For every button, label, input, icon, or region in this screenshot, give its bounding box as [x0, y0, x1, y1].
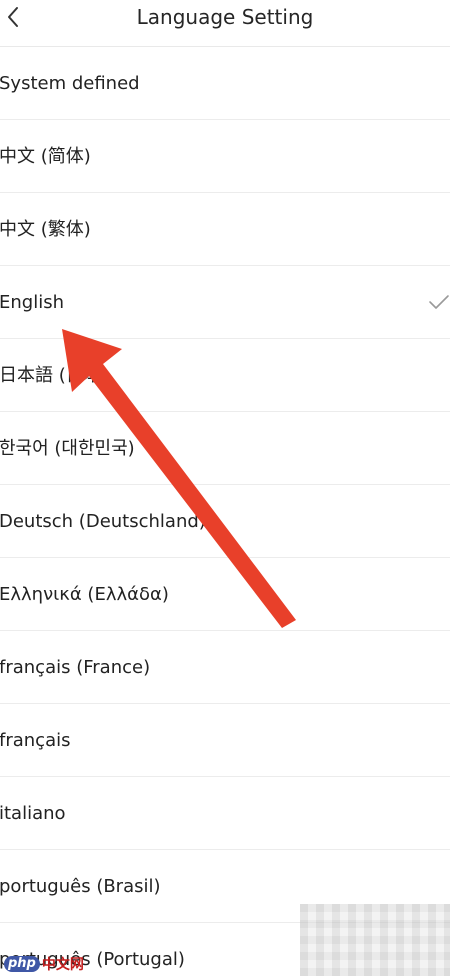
page-title: Language Setting — [136, 5, 314, 29]
nav-header: Language Setting — [0, 0, 450, 47]
language-label: Ελληνικά (Ελλάδα) — [0, 584, 169, 605]
language-option-system-defined[interactable]: System defined — [0, 47, 450, 120]
language-option-zh-hans[interactable]: 中文 (简体) — [0, 120, 450, 193]
language-label: 日本語 (日本) — [0, 365, 109, 386]
language-list: System defined 中文 (简体) 中文 (繁体) English 日… — [0, 47, 450, 976]
checkmark-icon — [429, 295, 449, 309]
language-option-french-france[interactable]: français (France) — [0, 631, 450, 704]
language-label: français — [0, 730, 71, 751]
watermark-text: 中文网 — [41, 957, 84, 973]
language-label: Deutsch (Deutschland) — [0, 511, 206, 532]
language-label: português (Brasil) — [0, 876, 161, 897]
language-label: italiano — [0, 803, 66, 824]
language-option-zh-hant[interactable]: 中文 (繁体) — [0, 193, 450, 266]
language-label: français (France) — [0, 657, 151, 678]
language-option-german[interactable]: Deutsch (Deutschland) — [0, 485, 450, 558]
language-label: System defined — [0, 73, 140, 94]
language-option-japanese[interactable]: 日本語 (日本) — [0, 339, 450, 412]
language-label: 中文 (简体) — [0, 146, 91, 167]
watermark-badge: php — [4, 956, 40, 972]
language-setting-screen: Language Setting System defined 中文 (简体) … — [0, 0, 450, 976]
language-option-italian[interactable]: italiano — [0, 777, 450, 850]
blurred-watermark-patch — [300, 904, 450, 976]
language-label: English — [0, 292, 64, 313]
language-option-korean[interactable]: 한국어 (대한민국) — [0, 412, 450, 485]
language-option-greek[interactable]: Ελληνικά (Ελλάδα) — [0, 558, 450, 631]
language-label: 한국어 (대한민국) — [0, 438, 135, 459]
site-watermark: php 中文网 — [0, 952, 94, 976]
language-option-french[interactable]: français — [0, 704, 450, 777]
language-label: 中文 (繁体) — [0, 219, 91, 240]
language-option-english[interactable]: English — [0, 266, 450, 339]
